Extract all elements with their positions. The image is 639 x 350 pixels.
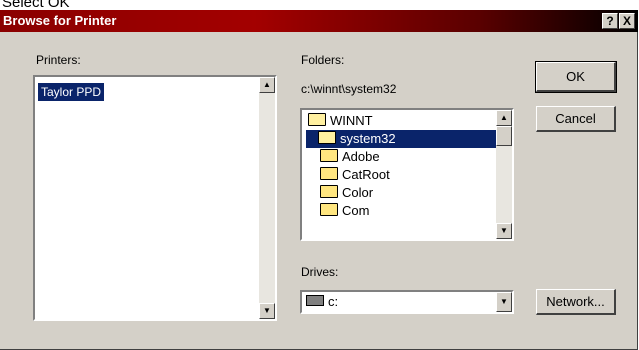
drives-combobox[interactable]: c: ▼ — [300, 290, 514, 314]
folder-item-com[interactable]: Com — [320, 202, 369, 220]
printers-scrollbar[interactable]: ▲ ▼ — [259, 77, 275, 319]
scroll-thumb[interactable] — [496, 126, 512, 146]
folder-icon — [320, 185, 338, 198]
folder-icon — [320, 149, 338, 162]
title-bar[interactable]: Browse for Printer ? X — [0, 10, 638, 32]
browse-for-printer-dialog: Browse for Printer ? X Printers: Taylor … — [0, 10, 638, 350]
scroll-down-button[interactable]: ▼ — [259, 303, 275, 319]
chevron-down-icon[interactable]: ▼ — [496, 292, 512, 312]
folder-item-system32[interactable]: system32 — [306, 130, 498, 148]
folder-item-catroot[interactable]: CatRoot — [320, 166, 390, 184]
folder-icon — [320, 203, 338, 216]
current-path: c:\winnt\system32 — [301, 82, 397, 96]
printers-label: Printers: — [36, 53, 81, 67]
cancel-button[interactable]: Cancel — [536, 106, 616, 132]
folders-label: Folders: — [301, 53, 345, 67]
printer-item-taylor-ppd[interactable]: Taylor PPD — [38, 83, 105, 101]
window-title: Browse for Printer — [3, 13, 117, 28]
open-folder-icon — [308, 113, 326, 126]
close-button[interactable]: X — [619, 13, 635, 29]
printers-list[interactable]: Taylor PPD ▲ ▼ — [33, 75, 277, 321]
scroll-up-button[interactable]: ▲ — [259, 77, 275, 93]
folders-scrollbar[interactable]: ▲ ▼ — [496, 110, 512, 239]
drive-selected: c: — [306, 294, 338, 310]
network-button[interactable]: Network... — [536, 289, 616, 315]
folders-list[interactable]: WINNT system32 Adobe CatRoot Color Com ▲… — [300, 108, 514, 241]
help-button[interactable]: ? — [602, 13, 618, 29]
scroll-down-button[interactable]: ▼ — [496, 223, 512, 239]
scroll-up-button[interactable]: ▲ — [496, 110, 512, 126]
open-folder-icon — [318, 131, 336, 144]
folder-item-winnt[interactable]: WINNT — [308, 112, 373, 130]
folder-item-adobe[interactable]: Adobe — [320, 148, 380, 166]
drive-icon — [306, 295, 324, 306]
folder-icon — [320, 167, 338, 180]
folder-item-color[interactable]: Color — [320, 184, 373, 202]
drives-label: Drives: — [301, 265, 339, 279]
ok-button[interactable]: OK — [535, 61, 617, 93]
